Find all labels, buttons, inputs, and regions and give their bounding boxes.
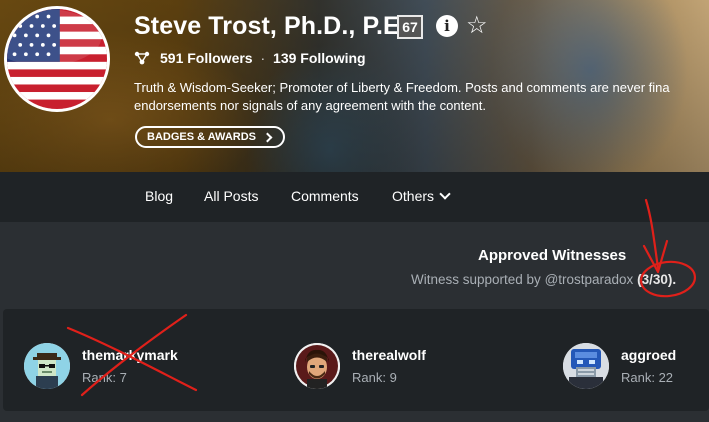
witness-name[interactable]: themarkymark: [82, 347, 178, 363]
witness-avatar[interactable]: [294, 343, 340, 389]
following-link[interactable]: 139 Following: [273, 50, 366, 66]
badges-awards-button[interactable]: BADGES & AWARDS: [135, 126, 285, 148]
tab-others-label: Others: [392, 188, 435, 204]
stats-separator: ·: [260, 50, 266, 66]
badges-awards-label: BADGES & AWARDS: [147, 131, 256, 143]
profile-name: Steve Trost, Ph.D., P.E.: [134, 12, 407, 40]
followers-network-icon: [134, 51, 150, 65]
info-icon[interactable]: i: [436, 15, 458, 37]
witness-rank: Rank: 9: [352, 370, 397, 385]
witness-name[interactable]: aggroed: [621, 347, 676, 363]
witness-rank: Rank: 22: [621, 370, 674, 385]
witness-avatar[interactable]: [563, 343, 609, 389]
bio-line: Truth & Wisdom-Seeker; Promoter of Liber…: [134, 80, 670, 95]
chevron-down-icon: [439, 188, 451, 200]
star-outline-icon[interactable]: ☆: [466, 12, 488, 40]
witness-support-text: Witness supported by @trostparadox (3/30…: [411, 272, 676, 287]
bio-line: endorsements nor signals of any agreemen…: [134, 98, 486, 113]
profile-nav: Blog All Posts Comments Others: [0, 172, 709, 222]
annotation-arrowhead: [642, 239, 669, 274]
witness-support-label: Witness supported by @trostparadox: [411, 272, 634, 287]
witness-avatar[interactable]: [24, 343, 70, 389]
witness-rank: Rank: 7: [82, 370, 127, 385]
profile-bio: Truth & Wisdom-Seeker; Promoter of Liber…: [134, 79, 709, 115]
chevron-right-icon: [262, 132, 273, 142]
profile-avatar[interactable]: [4, 6, 110, 112]
tab-comments[interactable]: Comments: [291, 188, 359, 204]
witness-name[interactable]: therealwolf: [352, 347, 426, 363]
tab-all-posts[interactable]: All Posts: [204, 188, 258, 204]
profile-header: Steve Trost, Ph.D., P.E. 67 i ☆ 591 Foll…: [0, 0, 709, 172]
tab-blog[interactable]: Blog: [145, 188, 173, 204]
followers-link[interactable]: 591 Followers: [160, 50, 253, 66]
follow-stats: 591 Followers · 139 Following: [134, 50, 366, 66]
witness-list-card: themarkymark Rank: 7 therealwolf Rank: 9: [3, 309, 709, 411]
us-flag-avatar-image: [7, 9, 107, 109]
reputation-badge: 67: [397, 15, 423, 39]
approved-witnesses-heading: Approved Witnesses: [478, 247, 627, 264]
witness-count: (3/30).: [637, 272, 677, 287]
tab-others[interactable]: Others: [392, 188, 451, 204]
